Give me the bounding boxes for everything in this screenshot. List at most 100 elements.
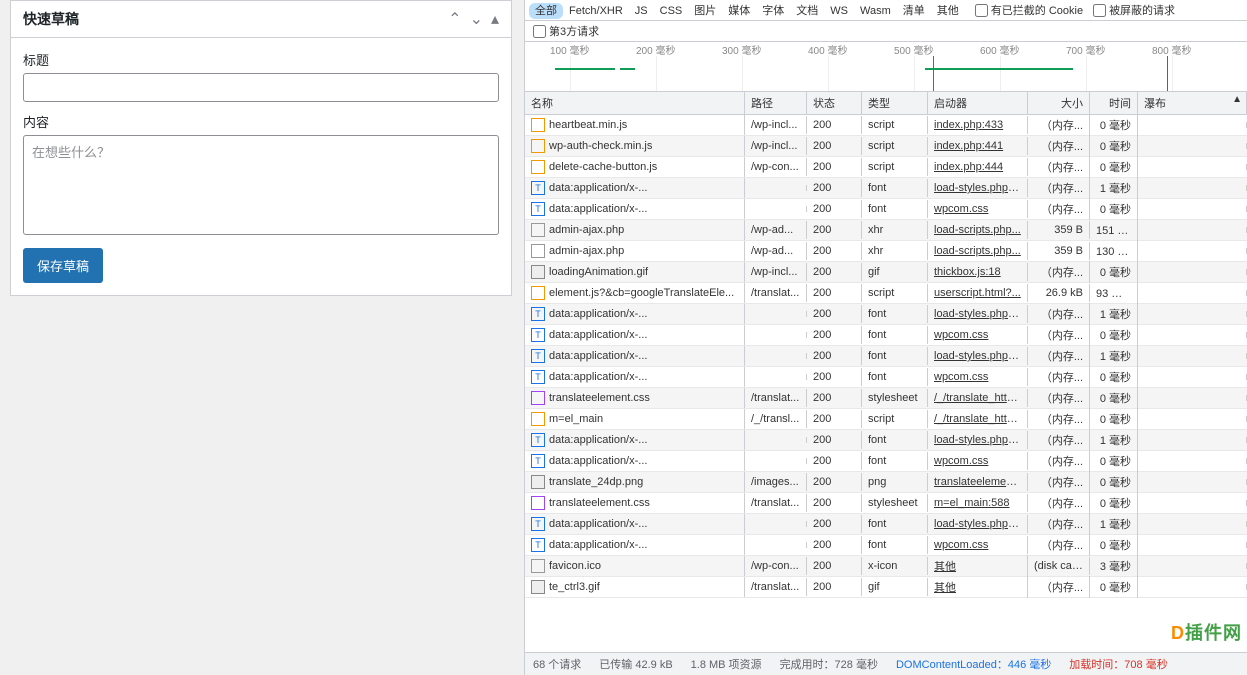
filter-tab-wasm[interactable]: Wasm: [854, 3, 897, 19]
table-row[interactable]: loadingAnimation.gif/wp-incl...200gifthi…: [525, 262, 1247, 283]
filter-tab-全部[interactable]: 全部: [529, 3, 563, 19]
request-name: admin-ajax.php: [549, 224, 624, 236]
request-status: 200: [807, 536, 862, 554]
table-row[interactable]: element.js?&cb=googleTranslateEle.../tra…: [525, 283, 1247, 304]
request-initiator[interactable]: /_/translate_http...: [934, 413, 1022, 425]
table-row[interactable]: Tdata:application/x-...200fontload-style…: [525, 178, 1247, 199]
table-row[interactable]: Tdata:application/x-...200fontload-style…: [525, 514, 1247, 535]
table-row[interactable]: translate_24dp.png/images...200pngtransl…: [525, 472, 1247, 493]
request-initiator[interactable]: load-styles.php?...: [934, 182, 1023, 194]
table-row[interactable]: Tdata:application/x-...200fontwpcom.css（…: [525, 325, 1247, 346]
filter-tab-ws[interactable]: WS: [824, 3, 854, 19]
request-type: font: [862, 368, 928, 386]
request-initiator[interactable]: index.php:433: [934, 119, 1003, 131]
request-path: [745, 437, 807, 443]
request-initiator[interactable]: wpcom.css: [934, 329, 988, 341]
filter-tab-css[interactable]: CSS: [654, 3, 689, 19]
request-name: data:application/x-...: [549, 434, 647, 446]
request-path: /images...: [745, 473, 807, 491]
request-initiator[interactable]: /_/translate_http...: [934, 392, 1022, 404]
request-name: wp-auth-check.min.js: [549, 140, 652, 152]
table-row[interactable]: favicon.ico/wp-con...200x-icon其他(disk ca…: [525, 556, 1247, 577]
table-row[interactable]: translateelement.css/translat...200style…: [525, 388, 1247, 409]
request-initiator[interactable]: 其他: [934, 582, 956, 594]
table-row[interactable]: Tdata:application/x-...200fontload-style…: [525, 304, 1247, 325]
network-table-body[interactable]: heartbeat.min.js/wp-incl...200scriptinde…: [525, 115, 1247, 615]
devtools-network-panel: 全部Fetch/XHRJSCSS图片媒体字体文档WSWasm清单其他 有已拦截的…: [524, 0, 1247, 675]
table-row[interactable]: heartbeat.min.js/wp-incl...200scriptinde…: [525, 115, 1247, 136]
table-row[interactable]: admin-ajax.php/wp-ad...200xhrload-script…: [525, 241, 1247, 262]
request-waterfall: [1138, 521, 1247, 527]
filter-tab-其他[interactable]: 其他: [931, 3, 965, 19]
font-icon: T: [531, 349, 545, 363]
table-row[interactable]: Tdata:application/x-...200fontload-style…: [525, 430, 1247, 451]
filter-tab-字体[interactable]: 字体: [756, 3, 790, 19]
filter-tab-js[interactable]: JS: [629, 3, 654, 19]
col-initiator[interactable]: 启动器: [928, 92, 1028, 114]
table-row[interactable]: Tdata:application/x-...200fontload-style…: [525, 346, 1247, 367]
filter-tab-媒体[interactable]: 媒体: [722, 3, 756, 19]
col-size[interactable]: 大小: [1028, 92, 1090, 114]
col-time[interactable]: 时间: [1090, 92, 1138, 114]
table-row[interactable]: Tdata:application/x-...200fontwpcom.css（…: [525, 199, 1247, 220]
col-status[interactable]: 状态: [807, 92, 862, 114]
timeline-overview[interactable]: 100 毫秒200 毫秒300 毫秒400 毫秒500 毫秒600 毫秒700 …: [525, 42, 1247, 92]
request-initiator[interactable]: load-styles.php?...: [934, 434, 1023, 446]
blocked-cookie-checkbox[interactable]: 有已拦截的 Cookie: [975, 2, 1083, 18]
img-icon: [531, 580, 545, 594]
request-waterfall: [1138, 374, 1247, 380]
table-row[interactable]: Tdata:application/x-...200fontwpcom.css（…: [525, 535, 1247, 556]
filter-tab-清单[interactable]: 清单: [897, 3, 931, 19]
request-initiator[interactable]: thickbox.js:18: [934, 266, 1001, 278]
request-initiator[interactable]: load-styles.php?...: [934, 518, 1023, 530]
table-row[interactable]: te_ctrl3.gif/translat...200gif其他（内存...0 …: [525, 577, 1247, 598]
request-initiator[interactable]: index.php:441: [934, 140, 1003, 152]
blocked-request-checkbox[interactable]: 被屏蔽的请求: [1093, 2, 1175, 18]
table-row[interactable]: translateelement.css/translat...200style…: [525, 493, 1247, 514]
table-row[interactable]: Tdata:application/x-...200fontwpcom.css（…: [525, 451, 1247, 472]
request-size: （内存...: [1028, 429, 1090, 451]
request-size: （内存...: [1028, 261, 1090, 283]
request-initiator[interactable]: load-scripts.php...: [934, 224, 1021, 236]
request-initiator[interactable]: index.php:444: [934, 161, 1003, 173]
request-path: /translat...: [745, 578, 807, 596]
table-row[interactable]: delete-cache-button.js/wp-con...200scrip…: [525, 157, 1247, 178]
request-path: /wp-ad...: [745, 221, 807, 239]
request-initiator[interactable]: load-styles.php?...: [934, 350, 1023, 362]
chevron-down-icon[interactable]: ⌄: [470, 9, 483, 29]
request-initiator[interactable]: wpcom.css: [934, 371, 988, 383]
request-status: 200: [807, 410, 862, 428]
request-initiator[interactable]: load-styles.php?...: [934, 308, 1023, 320]
chevron-up-icon[interactable]: ⌃: [448, 9, 461, 29]
filter-tab-fetch/xhr[interactable]: Fetch/XHR: [563, 3, 629, 19]
col-path[interactable]: 路径: [745, 92, 807, 114]
title-input[interactable]: [23, 73, 499, 102]
save-draft-button[interactable]: 保存草稿: [23, 248, 103, 283]
request-type: x-icon: [862, 557, 928, 575]
request-initiator[interactable]: translateelement...: [934, 476, 1025, 488]
request-initiator[interactable]: wpcom.css: [934, 455, 988, 467]
col-type[interactable]: 类型: [862, 92, 928, 114]
request-initiator[interactable]: m=el_main:588: [934, 497, 1010, 509]
chevron-up-small-icon[interactable]: ▴: [491, 9, 499, 29]
col-waterfall[interactable]: 瀑布▲: [1138, 92, 1247, 114]
request-initiator[interactable]: wpcom.css: [934, 539, 988, 551]
table-row[interactable]: admin-ajax.php/wp-ad...200xhrload-script…: [525, 220, 1247, 241]
content-textarea[interactable]: [23, 135, 499, 235]
request-initiator[interactable]: load-scripts.php...: [934, 245, 1021, 257]
request-initiator[interactable]: userscript.html?...: [934, 287, 1021, 299]
request-time: 1 毫秒: [1090, 429, 1138, 451]
table-row[interactable]: m=el_main/_/transl...200script/_/transla…: [525, 409, 1247, 430]
request-initiator[interactable]: 其他: [934, 561, 956, 573]
request-waterfall: [1138, 311, 1247, 317]
third-party-checkbox[interactable]: 第3方请求: [533, 23, 599, 39]
filter-tab-图片[interactable]: 图片: [688, 3, 722, 19]
table-row[interactable]: Tdata:application/x-...200fontwpcom.css（…: [525, 367, 1247, 388]
request-status: 200: [807, 179, 862, 197]
table-row[interactable]: wp-auth-check.min.js/wp-incl...200script…: [525, 136, 1247, 157]
request-name: admin-ajax.php: [549, 245, 624, 257]
request-type: script: [862, 116, 928, 134]
request-initiator[interactable]: wpcom.css: [934, 203, 988, 215]
filter-tab-文档[interactable]: 文档: [790, 3, 824, 19]
col-name[interactable]: 名称: [525, 92, 745, 114]
